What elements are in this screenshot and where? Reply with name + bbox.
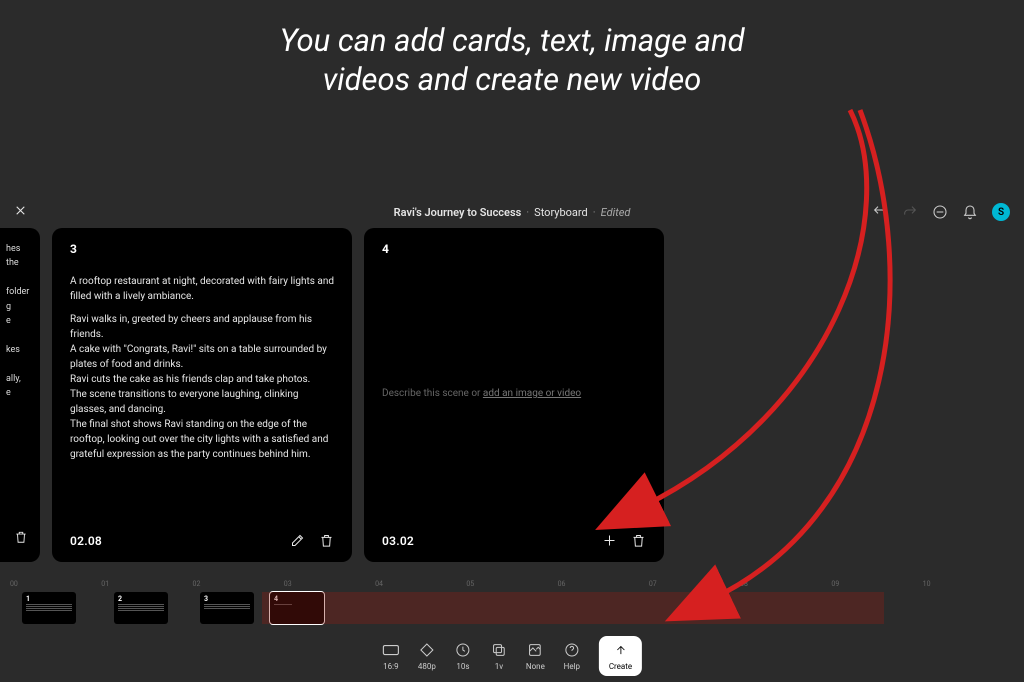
minus-button[interactable] xyxy=(932,204,948,220)
edit-status: Edited xyxy=(601,206,631,219)
add-card-button[interactable] xyxy=(602,533,617,548)
timeline-thumb-1[interactable]: 1 xyxy=(22,592,76,624)
delete-card-button[interactable] xyxy=(14,529,28,548)
storyboard-cards: hes the folder g e kes ally, e 3 A rooft… xyxy=(0,228,1024,562)
edit-card-button[interactable] xyxy=(290,533,305,548)
timeline-selection-overlay xyxy=(262,592,884,624)
card-timestamp: 03.02 xyxy=(382,534,414,548)
help-icon xyxy=(563,641,581,659)
create-button[interactable]: Create xyxy=(599,636,642,676)
timeline-thumb-4[interactable]: 4 xyxy=(270,592,324,624)
card-2-partial[interactable]: hes the folder g e kes ally, e xyxy=(0,228,40,562)
duration-button[interactable]: 10s xyxy=(454,641,472,671)
undo-button[interactable] xyxy=(872,204,888,220)
card-number: 4 xyxy=(382,242,646,256)
aspect-icon xyxy=(382,641,400,659)
close-button[interactable] xyxy=(14,204,27,221)
timeline-thumb-2[interactable]: 2 xyxy=(114,592,168,624)
card-description[interactable]: A rooftop restaurant at night, decorated… xyxy=(70,274,334,523)
redo-button[interactable] xyxy=(902,204,918,220)
delete-card-button[interactable] xyxy=(319,533,334,548)
timeline-thumb-3[interactable]: 3 xyxy=(200,592,254,624)
card-timestamp: 02.08 xyxy=(70,534,102,548)
help-button[interactable]: Help xyxy=(563,641,581,671)
card-4[interactable]: 4 Describe this scene or add an image or… xyxy=(364,228,664,562)
editor-topbar: Ravi's Journey to Success · Storyboard ·… xyxy=(0,200,1024,224)
timeline-ruler: 00 01 02 03 04 05 06 07 08 09 10 xyxy=(10,580,1014,588)
style-icon xyxy=(526,641,544,659)
versions-button[interactable]: 1v xyxy=(490,641,508,671)
breadcrumb: Ravi's Journey to Success · Storyboard ·… xyxy=(394,206,631,219)
section-label: Storyboard xyxy=(534,206,588,219)
card-number: 3 xyxy=(70,242,334,256)
aspect-ratio-button[interactable]: 16:9 xyxy=(382,641,400,671)
card-3[interactable]: 3 A rooftop restaurant at night, decorat… xyxy=(52,228,352,562)
annotation-overlay-text: You can add cards, text, image and video… xyxy=(256,22,768,100)
style-button[interactable]: None xyxy=(526,641,545,671)
delete-card-button[interactable] xyxy=(631,533,646,548)
clock-icon xyxy=(454,641,472,659)
timeline-minimap: 00 01 02 03 04 05 06 07 08 09 10 1 2 3 4 xyxy=(10,580,1014,632)
diamond-icon xyxy=(418,641,436,659)
layers-icon xyxy=(490,641,508,659)
card-placeholder[interactable]: Describe this scene or add an image or v… xyxy=(382,386,646,401)
avatar[interactable]: S xyxy=(992,203,1010,221)
bottom-toolbar: 16:9 480p 10s 1v None Help Create xyxy=(382,636,642,676)
project-title: Ravi's Journey to Success xyxy=(394,206,522,219)
upload-icon xyxy=(611,641,629,659)
notifications-button[interactable] xyxy=(962,204,978,220)
resolution-button[interactable]: 480p xyxy=(418,641,436,671)
add-media-link[interactable]: add an image or video xyxy=(483,388,581,399)
